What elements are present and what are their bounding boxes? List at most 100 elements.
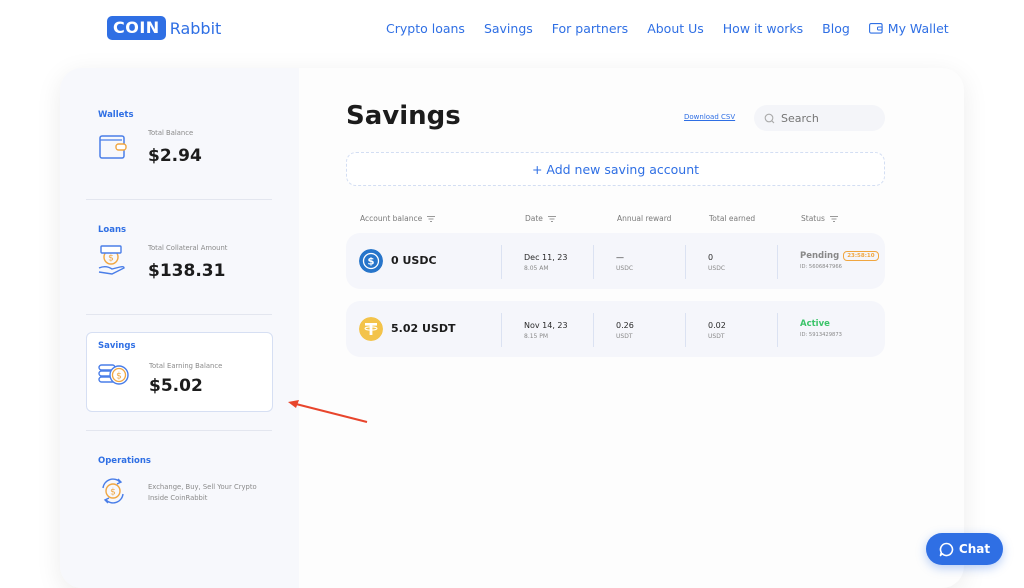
countdown-timer: 23:58:10 <box>843 251 879 261</box>
nav-crypto-loans[interactable]: Crypto loans <box>386 21 465 36</box>
table-row[interactable]: 5.02 USDT Nov 14, 23 8.15 PM 0.26 USDT 0… <box>346 301 885 357</box>
search-icon <box>764 113 775 123</box>
filter-icon <box>427 215 436 222</box>
status-wrapper: Active <box>800 319 842 329</box>
loans-label: Total Collateral Amount <box>148 244 228 252</box>
money-bag-hand-icon: $ <box>98 245 125 275</box>
status-wrapper: Pending 23:58:10 <box>800 251 879 261</box>
account-id: ID: 5913429873 <box>800 332 842 338</box>
wallet-icon <box>99 135 127 159</box>
operations-description: Exchange, Buy, Sell Your Crypto Inside C… <box>148 482 257 504</box>
table-row[interactable]: $ 0 USDC Dec 11, 23 8.05 AM — USDC 0 USD… <box>346 233 885 289</box>
loans-value: $138.31 <box>148 261 226 281</box>
search-box[interactable] <box>754 105 885 131</box>
total-earned-cell: 0 USDC <box>708 253 725 272</box>
chat-bubble-icon <box>939 542 954 556</box>
sidebar: Wallets Total Balance $2.94 Loans $ Tota… <box>60 68 299 588</box>
wallets-title: Wallets <box>98 110 134 120</box>
chat-button[interactable]: Chat <box>926 533 1003 565</box>
divider <box>86 430 272 431</box>
wallets-value: $2.94 <box>148 146 202 166</box>
main-nav: Crypto loans Savings For partners About … <box>386 21 949 36</box>
page-title: Savings <box>346 101 461 131</box>
add-saving-account-button[interactable]: + Add new saving account <box>346 152 885 186</box>
annual-reward: — <box>616 253 624 262</box>
status-badge: Active <box>800 319 830 329</box>
svg-text:$: $ <box>116 372 122 382</box>
date: Dec 11, 23 <box>524 253 568 262</box>
operations-line-1: Exchange, Buy, Sell Your Crypto <box>148 483 257 491</box>
account-id: ID: 5606847966 <box>800 264 842 270</box>
total-earned: 0.02 <box>708 321 726 330</box>
column-separator <box>777 245 778 279</box>
filter-icon <box>547 215 556 222</box>
operations-title: Operations <box>98 456 151 466</box>
column-header-date[interactable]: Date <box>525 214 556 223</box>
main-content: Savings Download CSV + Add new saving ac… <box>299 68 964 588</box>
column-header-annual-reward: Annual reward <box>617 214 671 223</box>
savings-value: $5.02 <box>149 376 203 396</box>
divider <box>86 314 272 315</box>
nav-blog[interactable]: Blog <box>822 21 850 36</box>
sidebar-item-savings[interactable]: Savings $ Total Earning Balance $5.02 <box>86 332 273 412</box>
sidebar-item-wallets[interactable]: Wallets Total Balance $2.94 <box>86 110 272 180</box>
svg-text:$: $ <box>368 257 375 268</box>
sidebar-item-loans[interactable]: Loans $ Total Collateral Amount $138.31 <box>86 225 272 295</box>
header-label: Account balance <box>360 214 423 223</box>
column-separator <box>501 313 502 347</box>
nav-about-us[interactable]: About Us <box>647 21 704 36</box>
filter-icon <box>829 215 838 222</box>
total-earned: 0 <box>708 253 714 262</box>
exchange-dollar-icon: $ <box>102 478 124 504</box>
column-header-account-balance[interactable]: Account balance <box>360 214 436 223</box>
status-badge: Pending <box>800 251 840 261</box>
divider <box>86 199 272 200</box>
search-input[interactable] <box>781 111 881 125</box>
column-separator <box>777 313 778 347</box>
account-balance: 5.02 USDT <box>391 322 456 335</box>
total-earned-cell: 0.02 USDT <box>708 321 726 340</box>
annual-reward-cell: 0.26 USDT <box>616 321 634 340</box>
account-balance: 0 USDC <box>391 254 437 267</box>
status-cell: Pending 23:58:10 ID: 5606847966 <box>800 251 879 270</box>
date: Nov 14, 23 <box>524 321 568 330</box>
wallet-icon <box>868 23 883 34</box>
total-earned-unit: USDT <box>708 333 725 340</box>
column-header-status[interactable]: Status <box>801 214 838 223</box>
coins-stack-icon: $ <box>98 364 129 385</box>
total-earned-unit: USDC <box>708 265 726 272</box>
logo-box: COIN <box>107 16 166 40</box>
chat-label: Chat <box>958 542 991 556</box>
time: 8.05 AM <box>524 265 549 272</box>
sidebar-item-operations[interactable]: Operations $ Exchange, Buy, Sell Your Cr… <box>86 456 272 516</box>
column-header-total-earned: Total earned <box>709 214 755 223</box>
header-label: Status <box>801 214 825 223</box>
annual-reward: 0.26 <box>616 321 634 330</box>
nav-how-it-works[interactable]: How it works <box>723 21 803 36</box>
column-separator <box>501 245 502 279</box>
column-separator <box>593 313 594 347</box>
usdt-coin-icon <box>359 317 383 341</box>
savings-label: Total Earning Balance <box>149 362 223 370</box>
nav-for-partners[interactable]: For partners <box>552 21 628 36</box>
date-cell: Dec 11, 23 8.05 AM <box>524 253 567 272</box>
date-cell: Nov 14, 23 8.15 PM <box>524 321 568 340</box>
loans-title: Loans <box>98 225 127 235</box>
time: 8.15 PM <box>524 333 549 340</box>
coinrabbit-logo[interactable]: COIN Rabbit <box>107 16 221 40</box>
header-label: Annual reward <box>617 214 672 223</box>
usdc-coin-icon: $ <box>359 249 383 273</box>
nav-savings[interactable]: Savings <box>484 21 533 36</box>
savings-title: Savings <box>98 341 136 351</box>
column-separator <box>685 245 686 279</box>
header-label: Date <box>525 214 543 223</box>
column-separator <box>685 313 686 347</box>
download-csv-link[interactable]: Download CSV <box>684 113 735 121</box>
nav-my-wallet[interactable]: My Wallet <box>868 21 949 36</box>
header-label: Total earned <box>709 214 756 223</box>
operations-line-2: Inside CoinRabbit <box>148 494 208 502</box>
annotation-arrow-icon <box>288 400 368 423</box>
svg-text:$: $ <box>110 488 116 498</box>
my-wallet-label: My Wallet <box>887 21 949 36</box>
wallets-label: Total Balance <box>148 129 194 137</box>
